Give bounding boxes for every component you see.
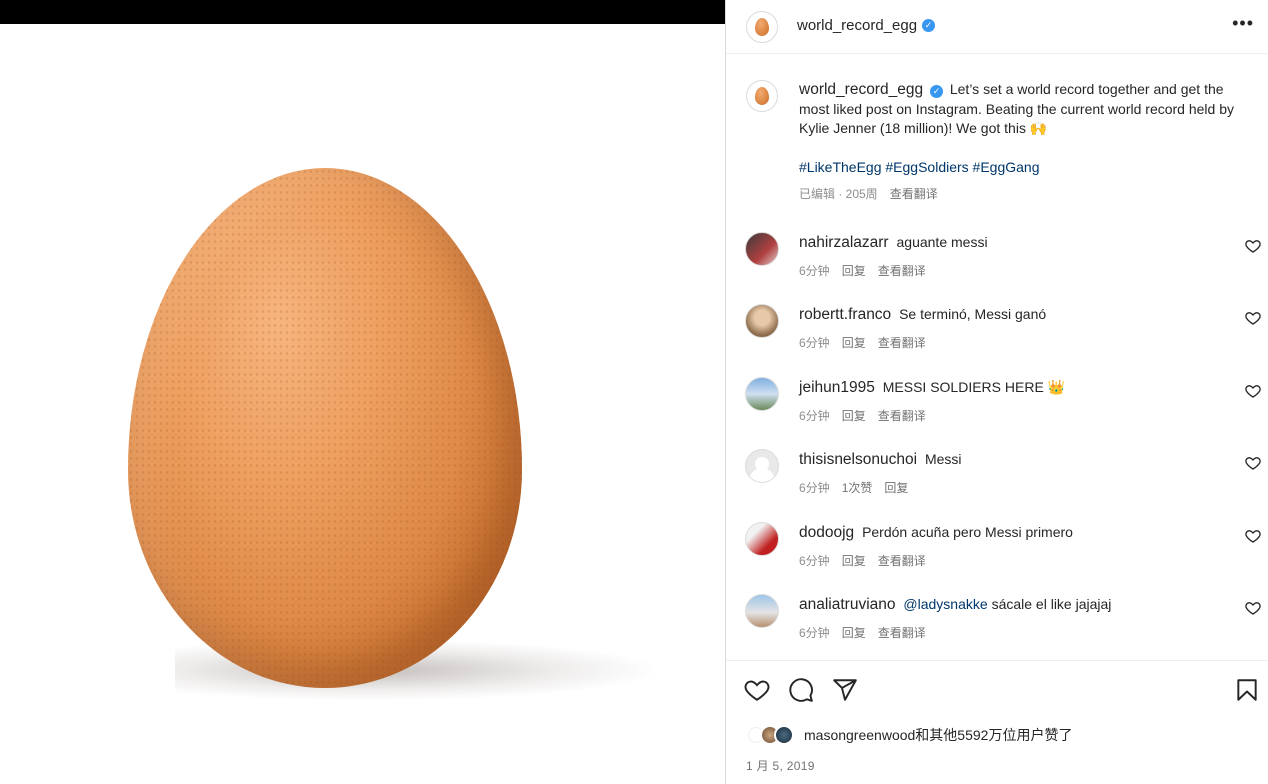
comment-body: MESSI SOLDIERS HERE 👑 <box>882 379 1066 395</box>
comment-translate-link[interactable]: 查看翻译 <box>878 334 926 351</box>
comment-time: 6分钟 <box>799 481 830 495</box>
comment-translate-link[interactable]: 查看翻译 <box>878 262 926 279</box>
comment-reply-link[interactable]: 回复 <box>884 479 908 496</box>
comment-text-row: nahirzalazarr aguante messi <box>799 234 988 252</box>
caption-edited-time: 已编辑 · 205周 <box>799 187 878 201</box>
comment-body: aguante messi <box>896 234 988 250</box>
commenter-avatar[interactable] <box>745 304 779 338</box>
post-header: world_record_egg ✓ ••• <box>726 0 1268 54</box>
comment-meta: 6分钟 回复 查看翻译 <box>799 334 926 351</box>
comment-username[interactable]: robertt.franco <box>799 306 891 323</box>
comment-body: Perdón acuña pero Messi primero <box>862 524 1073 540</box>
comment-item: jeihun1995 MESSI SOLDIERS HERE 👑 6分钟 回复 … <box>726 373 1268 445</box>
comment-item: analiatruviano @ladysnakke sácale el lik… <box>726 590 1268 660</box>
comment-time: 6分钟 <box>799 554 830 568</box>
comment-text-row: jeihun1995 MESSI SOLDIERS HERE 👑 <box>799 379 1065 397</box>
comment-reply-link[interactable]: 回复 <box>842 624 866 641</box>
author-avatar[interactable] <box>746 11 778 43</box>
post-date: 1 月 5, 2019 <box>746 759 815 773</box>
commenter-avatar[interactable] <box>745 232 779 266</box>
author-username[interactable]: world_record_egg <box>797 17 917 34</box>
comment-like-count[interactable]: 1次赞 <box>842 479 873 496</box>
comment-heart-icon[interactable] <box>1245 383 1261 399</box>
comment-text-row: analiatruviano @ladysnakke sácale el lik… <box>799 596 1111 614</box>
comment-heart-icon[interactable] <box>1245 600 1261 616</box>
comment-time: 6分钟 <box>799 409 830 423</box>
comment-username[interactable]: jeihun1995 <box>799 379 875 396</box>
post-image-panel <box>0 0 725 784</box>
comment-reply-link[interactable]: 回复 <box>842 407 866 424</box>
comment-mention[interactable]: @ladysnakke <box>903 596 987 612</box>
liked-by-row[interactable]: masongreenwood和其他5592万位用户赞了 <box>746 725 1072 745</box>
comment-meta: 6分钟 回复 查看翻译 <box>799 407 926 424</box>
comment-item: dodoojg Perdón acuña pero Messi primero … <box>726 518 1268 590</box>
caption-text: world_record_egg ✓ Let’s set a world rec… <box>799 80 1239 139</box>
caption-meta: 已编辑 · 205周 查看翻译 <box>799 185 938 202</box>
heart-icon[interactable] <box>744 677 770 703</box>
comment-reply-link[interactable]: 回复 <box>842 262 866 279</box>
comment-time: 6分钟 <box>799 336 830 350</box>
caption-hashtags[interactable]: #LikeTheEgg #EggSoldiers #EggGang <box>799 159 1040 175</box>
comment-meta: 6分钟 回复 查看翻译 <box>799 552 926 569</box>
commenter-avatar[interactable] <box>745 594 779 628</box>
share-icon[interactable] <box>832 677 858 703</box>
comment-meta: 6分钟 回复 查看翻译 <box>799 262 926 279</box>
comment-time: 6分钟 <box>799 626 830 640</box>
comment-item: robertt.franco Se terminó, Messi ganó 6分… <box>726 300 1268 372</box>
comment-reply-link[interactable]: 回复 <box>842 552 866 569</box>
post-actions-bar: masongreenwood和其他5592万位用户赞了 1 月 5, 2019 <box>726 660 1268 784</box>
comment-translate-link[interactable]: 查看翻译 <box>878 624 926 641</box>
comment-username[interactable]: dodoojg <box>799 524 854 541</box>
commenter-avatar[interactable] <box>745 522 779 556</box>
author-name-row[interactable]: world_record_egg ✓ <box>797 17 936 34</box>
comment-item: nahirzalazarr aguante messi 6分钟 回复 查看翻译 <box>726 228 1268 300</box>
comment-item: thisisnelsonuchoi Messi 6分钟 1次赞 回复 <box>726 445 1268 517</box>
comment-body: sácale el like jajajaj <box>991 596 1112 612</box>
bookmark-icon[interactable] <box>1234 677 1260 703</box>
verified-badge-icon: ✓ <box>929 85 943 98</box>
comment-username[interactable]: thisisnelsonuchoi <box>799 451 917 468</box>
commenter-avatar-default[interactable] <box>745 449 779 483</box>
comment-icon[interactable] <box>788 677 814 703</box>
comment-time: 6分钟 <box>799 264 830 278</box>
post-side-panel: world_record_egg ✓ ••• world_record_egg … <box>725 0 1268 784</box>
more-options-button[interactable]: ••• <box>1232 13 1254 34</box>
comment-translate-link[interactable]: 查看翻译 <box>878 552 926 569</box>
comments-list[interactable]: world_record_egg ✓ Let’s set a world rec… <box>726 62 1268 660</box>
liker-avatar <box>774 725 794 745</box>
egg-photo[interactable] <box>128 168 522 688</box>
commenter-avatar[interactable] <box>745 377 779 411</box>
caption-username[interactable]: world_record_egg <box>799 81 923 98</box>
comment-heart-icon[interactable] <box>1245 310 1261 326</box>
liker-avatars <box>746 725 794 745</box>
caption-avatar[interactable] <box>746 80 778 112</box>
comment-reply-link[interactable]: 回复 <box>842 334 866 351</box>
comment-heart-icon[interactable] <box>1245 455 1261 471</box>
comment-meta: 6分钟 1次赞 回复 <box>799 479 908 496</box>
comment-body: Messi <box>924 451 962 467</box>
post-caption: world_record_egg ✓ Let’s set a world rec… <box>726 62 1268 212</box>
comment-meta: 6分钟 回复 查看翻译 <box>799 624 926 641</box>
comment-username[interactable]: analiatruviano <box>799 596 896 613</box>
comment-body: Se terminó, Messi ganó <box>899 306 1047 322</box>
comment-text-row: dodoojg Perdón acuña pero Messi primero <box>799 524 1073 542</box>
comment-username[interactable]: nahirzalazarr <box>799 234 889 251</box>
comment-text-row: robertt.franco Se terminó, Messi ganó <box>799 306 1046 324</box>
liked-by-text[interactable]: masongreenwood和其他5592万位用户赞了 <box>804 725 1072 745</box>
comment-heart-icon[interactable] <box>1245 528 1261 544</box>
image-top-bar <box>0 0 725 24</box>
comment-text-row: thisisnelsonuchoi Messi <box>799 451 962 469</box>
comment-translate-link[interactable]: 查看翻译 <box>878 407 926 424</box>
verified-badge-icon: ✓ <box>922 19 936 32</box>
caption-translate-link[interactable]: 查看翻译 <box>890 185 938 202</box>
comment-heart-icon[interactable] <box>1245 238 1261 254</box>
